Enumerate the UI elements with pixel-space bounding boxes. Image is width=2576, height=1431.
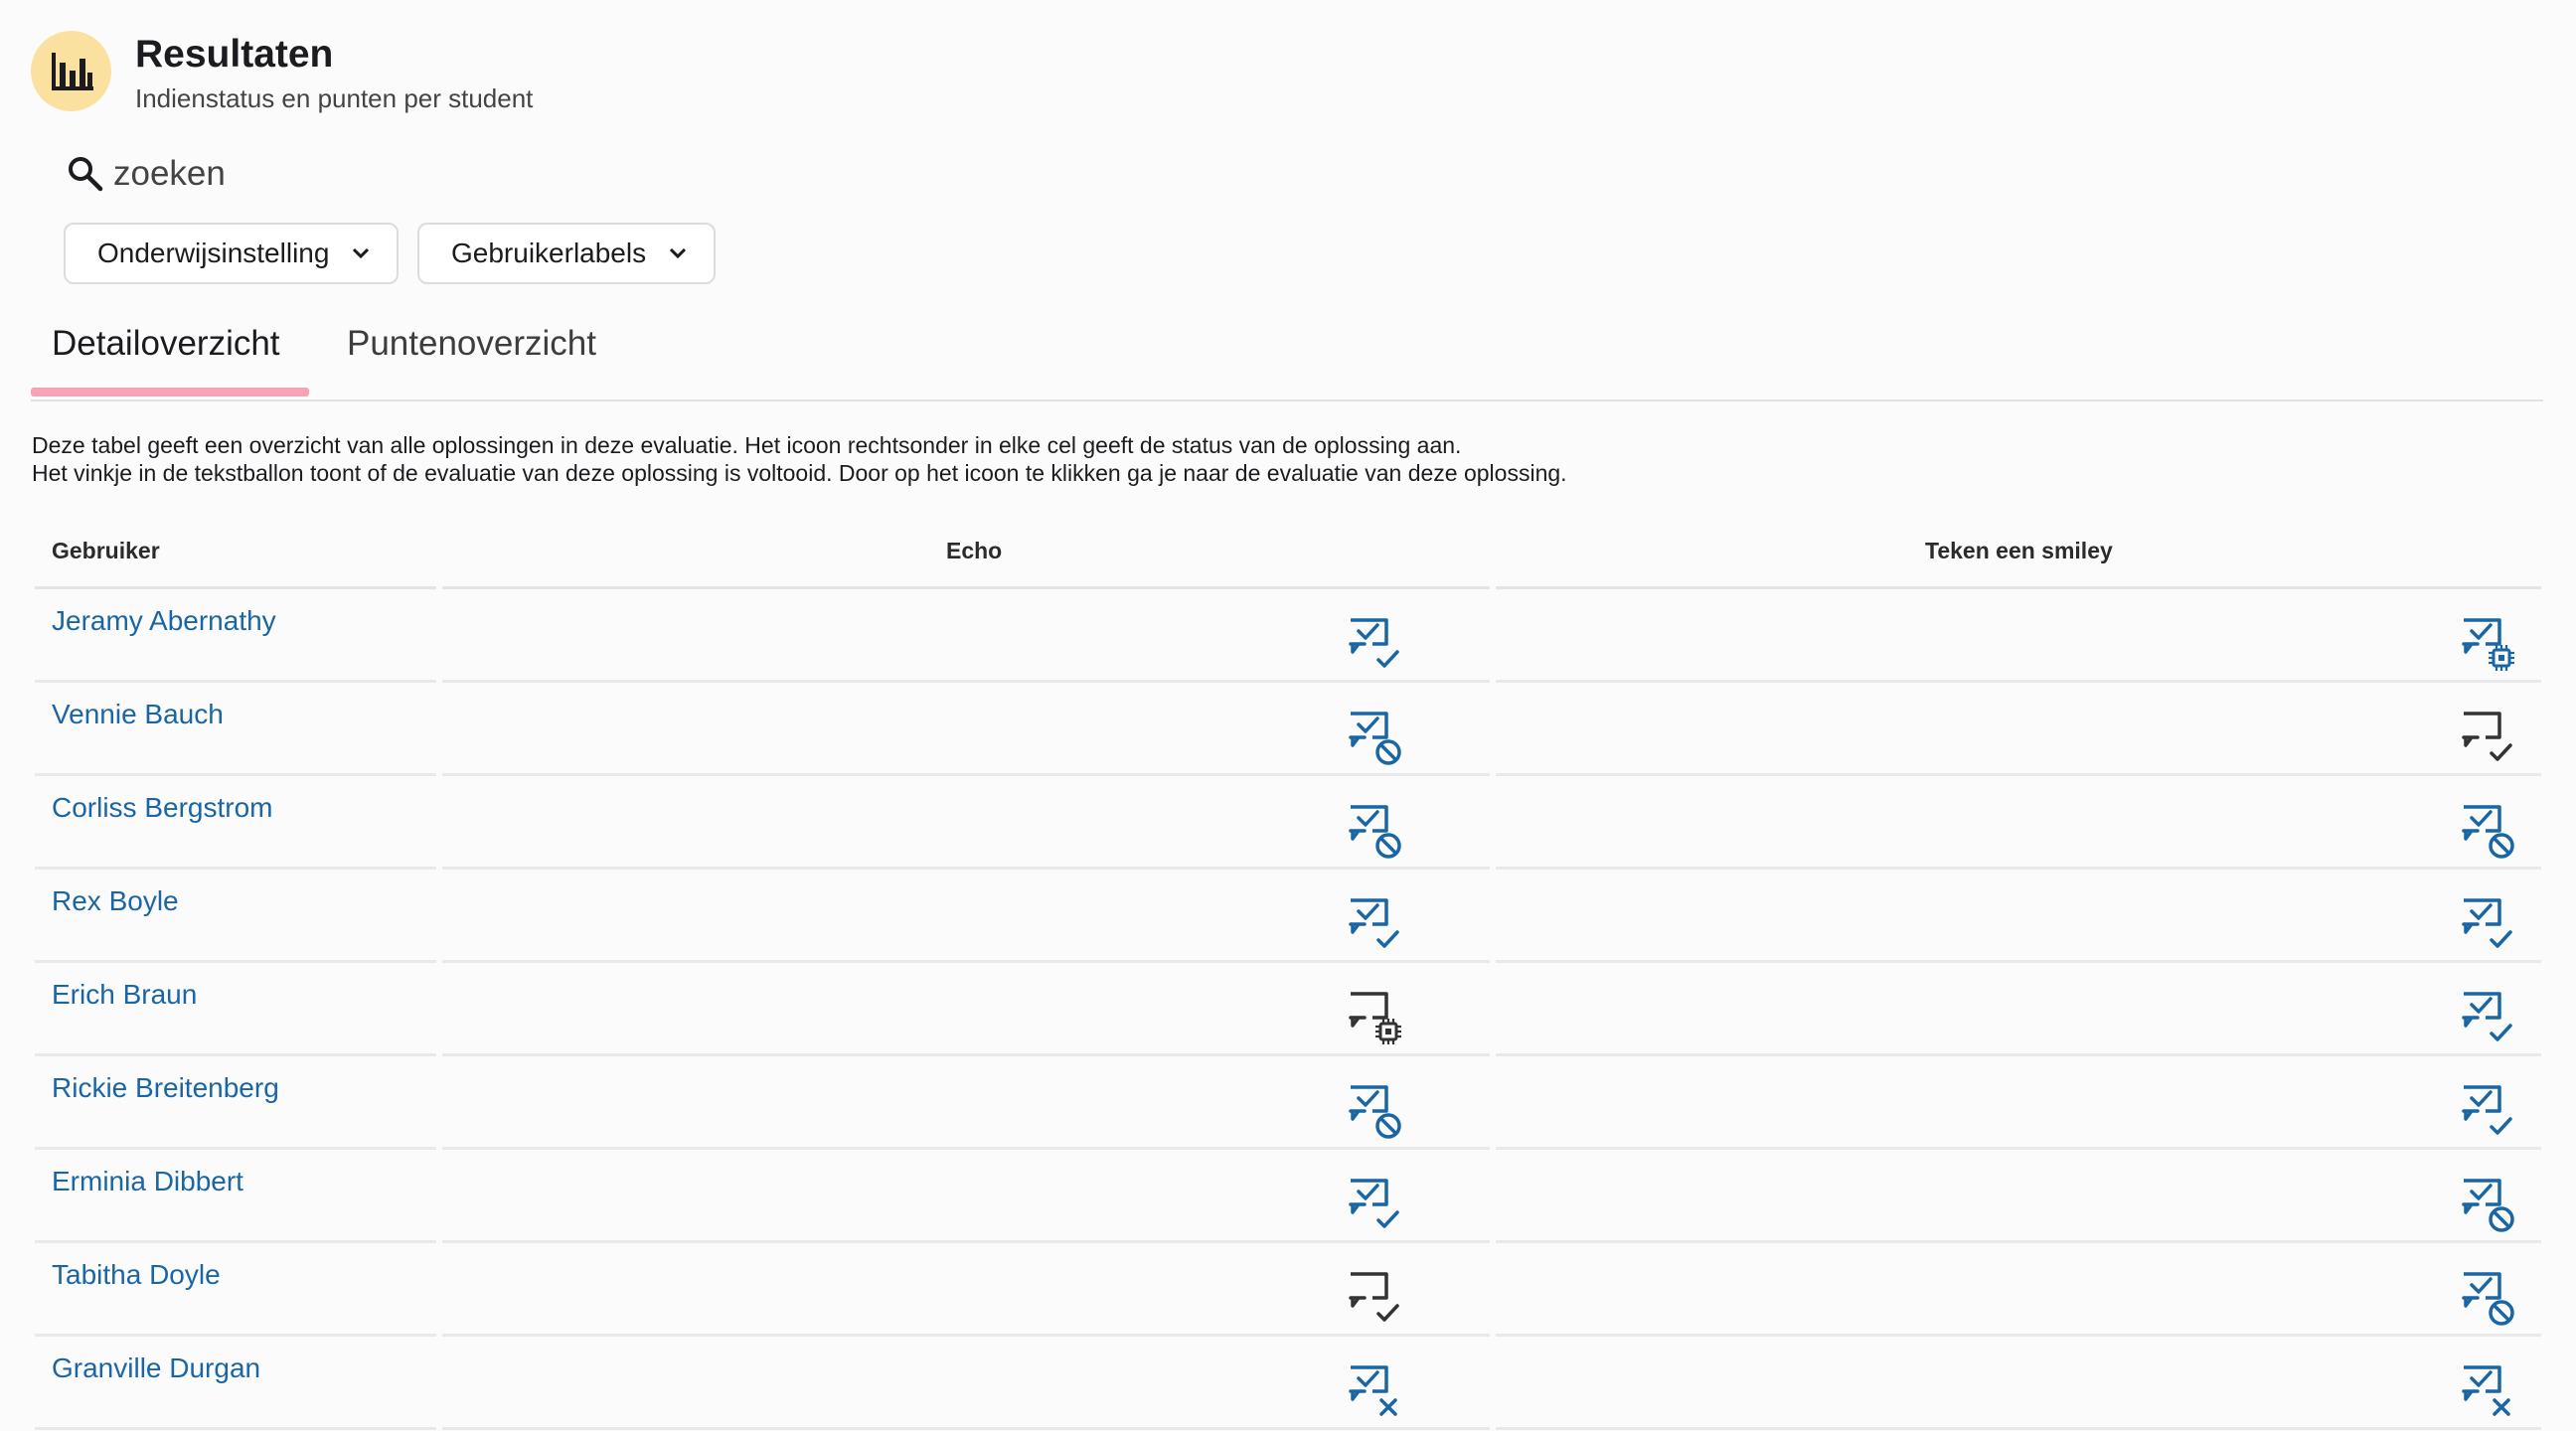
column-header-echo[interactable]: Echo — [442, 522, 1490, 589]
tab-puntenoverzicht[interactable]: Puntenoverzicht — [347, 324, 596, 364]
status-evaluated-correct-icon[interactable] — [2460, 1083, 2515, 1139]
smiley-cell — [1496, 776, 2541, 870]
smiley-cell — [1496, 683, 2541, 776]
institution-filter-label: Onderwijsinstelling — [97, 238, 330, 268]
table-row: Jeramy Abernathy — [35, 589, 2541, 683]
table-row: Corliss Bergstrom — [35, 776, 2541, 870]
active-tab-indicator — [31, 388, 309, 397]
status-evaluated-correct-icon[interactable] — [2460, 896, 2515, 952]
results-page: Resultaten Indienstatus en punten per st… — [0, 0, 2576, 1431]
user-name-link[interactable]: Corliss Bergstrom — [35, 776, 436, 824]
table-row: Tabitha Doyle — [35, 1243, 2541, 1337]
status-evaluated-wrong-icon[interactable] — [1347, 1363, 1402, 1419]
smiley-cell — [1496, 963, 2541, 1056]
table-row: Vennie Bauch — [35, 683, 2541, 776]
echo-cell — [442, 683, 1490, 776]
echo-cell — [442, 776, 1490, 870]
user-cell: Tabitha Doyle — [35, 1243, 436, 1337]
user-name-link[interactable]: Rickie Breitenberg — [35, 1056, 436, 1104]
results-table: Gebruiker Echo Teken een smiley Jeramy A… — [35, 522, 2541, 1430]
user-cell: Erminia Dibbert — [35, 1150, 436, 1243]
description-line-1: Deze tabel geeft een overzicht van alle … — [32, 432, 1462, 458]
smiley-cell — [1496, 870, 2541, 963]
status-evaluated-correct-icon[interactable] — [2460, 990, 2515, 1045]
page-subtitle: Indienstatus en punten per student — [135, 83, 534, 113]
echo-cell — [442, 1243, 1490, 1337]
table-row: Erminia Dibbert — [35, 1150, 2541, 1243]
status-pending-running-icon[interactable] — [1347, 990, 1402, 1045]
user-name-link[interactable]: Erminia Dibbert — [35, 1150, 436, 1197]
status-pending-correct-icon[interactable] — [2460, 710, 2515, 765]
smiley-cell — [1496, 1150, 2541, 1243]
table-description: Deze tabel geeft een overzicht van alle … — [32, 431, 1567, 487]
status-evaluated-blocked-icon[interactable] — [2460, 1270, 2515, 1326]
user-cell: Rex Boyle — [35, 870, 436, 963]
status-evaluated-correct-icon[interactable] — [1347, 616, 1402, 672]
status-evaluated-blocked-icon[interactable] — [1347, 1083, 1402, 1139]
user-labels-filter-dropdown[interactable]: Gebruikerlabels — [417, 223, 717, 284]
status-evaluated-blocked-icon[interactable] — [2460, 803, 2515, 859]
echo-cell — [442, 1150, 1490, 1243]
user-labels-filter-label: Gebruikerlabels — [451, 238, 647, 268]
search-input[interactable] — [113, 154, 710, 194]
echo-cell — [442, 963, 1490, 1056]
user-name-link[interactable]: Vennie Bauch — [35, 683, 436, 730]
user-cell: Granville Durgan — [35, 1337, 436, 1430]
user-cell: Jeramy Abernathy — [35, 589, 436, 683]
chevron-down-icon — [351, 246, 371, 260]
smiley-cell — [1496, 1243, 2541, 1337]
echo-cell — [442, 1337, 1490, 1430]
institution-filter-dropdown[interactable]: Onderwijsinstelling — [64, 223, 400, 284]
user-name-link[interactable]: Tabitha Doyle — [35, 1243, 436, 1291]
search-bar — [66, 154, 710, 194]
echo-cell — [442, 870, 1490, 963]
smiley-cell — [1496, 589, 2541, 683]
user-cell: Vennie Bauch — [35, 683, 436, 776]
user-cell: Erich Braun — [35, 963, 436, 1056]
user-name-link[interactable]: Erich Braun — [35, 963, 436, 1011]
tab-detailoverzicht[interactable]: Detailoverzicht — [52, 324, 280, 364]
status-evaluated-correct-icon[interactable] — [1347, 1177, 1402, 1232]
table-row: Rickie Breitenberg — [35, 1056, 2541, 1150]
status-evaluated-blocked-icon[interactable] — [2460, 1177, 2515, 1232]
column-header-smiley[interactable]: Teken een smiley — [1496, 522, 2541, 589]
user-name-link[interactable]: Rex Boyle — [35, 870, 436, 917]
user-name-link[interactable]: Jeramy Abernathy — [35, 589, 436, 637]
status-evaluated-blocked-icon[interactable] — [1347, 803, 1402, 859]
column-header-user[interactable]: Gebruiker — [35, 522, 436, 589]
table-body: Jeramy Abernathy Vennie Bauch Corliss Berg… — [35, 589, 2541, 1430]
smiley-cell — [1496, 1337, 2541, 1430]
user-cell: Rickie Breitenberg — [35, 1056, 436, 1150]
status-evaluated-correct-icon[interactable] — [1347, 896, 1402, 952]
smiley-cell — [1496, 1056, 2541, 1150]
table-row: Erich Braun — [35, 963, 2541, 1056]
chevron-down-icon — [668, 246, 688, 260]
status-evaluated-blocked-icon[interactable] — [1347, 710, 1402, 765]
table-header: Gebruiker Echo Teken een smiley — [35, 522, 2541, 589]
user-name-link[interactable]: Granville Durgan — [35, 1337, 436, 1384]
search-icon[interactable] — [66, 154, 105, 194]
status-evaluated-wrong-icon[interactable] — [2460, 1363, 2515, 1419]
tab-bar: Detailoverzicht Puntenoverzicht — [31, 304, 2543, 401]
user-cell: Corliss Bergstrom — [35, 776, 436, 870]
echo-cell — [442, 1056, 1490, 1150]
echo-cell — [442, 589, 1490, 683]
status-pending-correct-icon[interactable] — [1347, 1270, 1402, 1326]
description-line-2: Het vinkje in de tekstballon toont of de… — [32, 460, 1567, 486]
table-row: Rex Boyle — [35, 870, 2541, 963]
bar-chart-icon — [31, 31, 111, 111]
page-title: Resultaten — [135, 33, 334, 76]
table-row: Granville Durgan — [35, 1337, 2541, 1430]
status-evaluated-running-icon[interactable] — [2460, 616, 2515, 672]
